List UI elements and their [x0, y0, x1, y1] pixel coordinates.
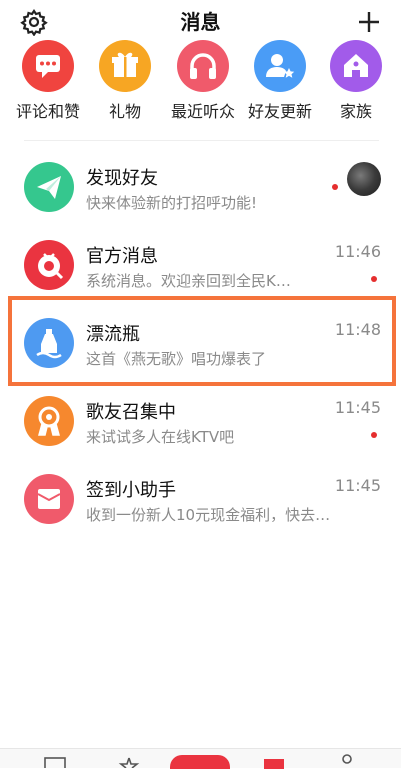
message-time: 11:45 [334, 398, 381, 417]
shortcut-label: 好友更新 [247, 102, 312, 121]
message-time: 11:45 [334, 476, 381, 495]
shortcut-label: 评论和赞 [15, 102, 80, 121]
message-title: 签到小助手 [86, 480, 176, 501]
home-icon [330, 40, 382, 92]
message-preview: 来试试多人在线KTV吧 [86, 428, 235, 446]
unread-dot [332, 184, 338, 190]
unread-dot [371, 432, 377, 438]
message-row-singer-gathering[interactable]: 歌友召集中 来试试多人在线KTV吧 11:45 [0, 386, 401, 464]
page-title: 消息 [180, 10, 221, 34]
gift-icon [99, 40, 151, 92]
bottom-tab-bar [0, 748, 401, 769]
paper-plane-icon [24, 162, 74, 212]
envelope-icon [24, 474, 74, 524]
divider [24, 140, 379, 141]
message-title: 发现好友 [86, 168, 158, 189]
message-title: 歌友召集中 [86, 402, 176, 423]
message-preview: 系统消息。欢迎亲回到全民K… [86, 272, 291, 290]
selection-highlight [8, 296, 396, 386]
message-row-checkin-assistant[interactable]: 签到小助手 收到一份新人10元现金福利，快去… 11:45 [0, 464, 401, 542]
user-star-icon [254, 40, 306, 92]
singer-gathering-icon [24, 396, 74, 446]
shortcut-comments-likes[interactable]: 评论和赞 [8, 40, 88, 122]
shortcut-label: 礼物 [108, 102, 141, 121]
top-bar: 消息 [0, 0, 401, 44]
feed-tab-icon[interactable] [44, 757, 66, 768]
friend-avatar [347, 162, 381, 196]
comment-icon [22, 40, 74, 92]
message-time: 11:46 [334, 242, 381, 261]
message-preview: 快来体验新的打招呼功能! [86, 194, 258, 212]
shortcut-label: 家族 [339, 102, 372, 121]
message-tab-icon[interactable] [264, 759, 284, 769]
unread-dot [371, 276, 377, 282]
official-logo-icon [24, 240, 74, 290]
profile-tab-icon[interactable] [336, 754, 358, 768]
shortcut-family[interactable]: 家族 [316, 40, 396, 122]
shortcut-row: 评论和赞 礼物 最近听众 好友更新 家族 [0, 40, 401, 130]
headphones-icon [177, 40, 229, 92]
star-tab-icon[interactable] [118, 757, 140, 768]
message-title: 官方消息 [86, 246, 158, 267]
shortcut-friend-updates[interactable]: 好友更新 [240, 40, 320, 122]
shortcut-gifts[interactable]: 礼物 [85, 40, 165, 122]
shortcut-recent-listeners[interactable]: 最近听众 [163, 40, 243, 122]
shortcut-label: 最近听众 [170, 102, 235, 121]
message-preview: 收到一份新人10元现金福利，快去… [86, 506, 331, 524]
message-row-find-friends[interactable]: 发现好友 快来体验新的打招呼功能! [0, 152, 401, 230]
add-icon[interactable] [355, 8, 383, 36]
